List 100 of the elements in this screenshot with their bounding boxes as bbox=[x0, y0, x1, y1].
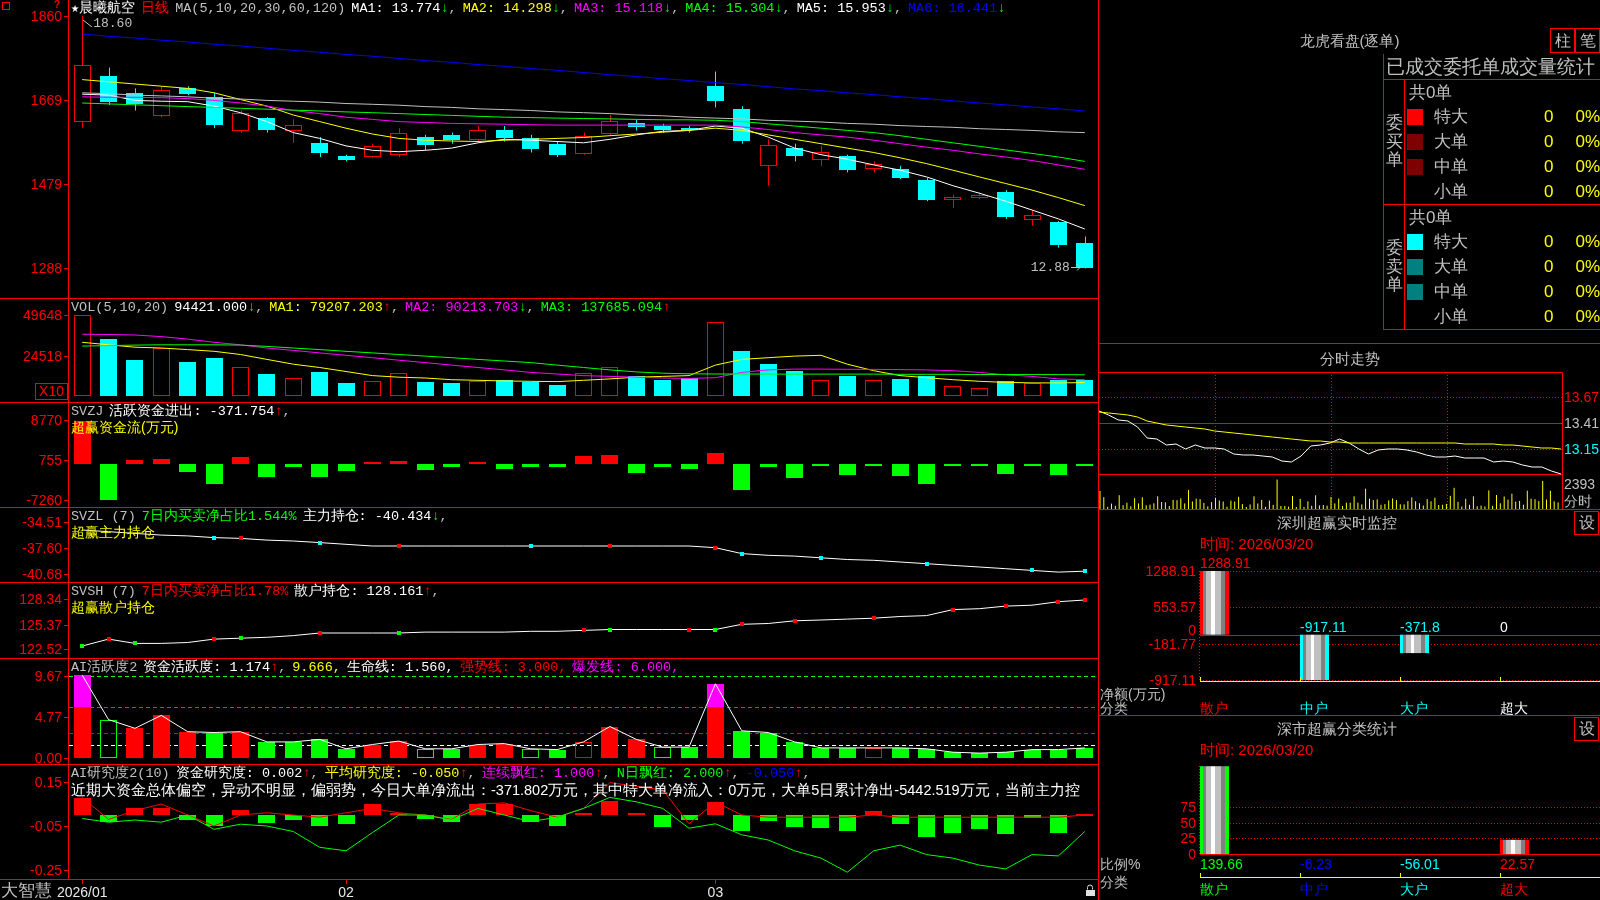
order-percent: 0% bbox=[1575, 257, 1600, 276]
legend-label: 94421.000↓, bbox=[174, 300, 264, 315]
order-count: 0 bbox=[1544, 282, 1554, 301]
category-label: 大户 bbox=[1400, 882, 1428, 896]
axis-tick-label: 0.00 bbox=[34, 752, 68, 765]
candlestick bbox=[812, 145, 829, 167]
fund-flow-bar bbox=[338, 464, 355, 471]
legend-label: MA1: 13.774↓, bbox=[351, 1, 457, 16]
fund-flow-bar bbox=[628, 464, 645, 473]
axis-tick-label: 24518 bbox=[23, 350, 68, 363]
volume-max-label: 2393 bbox=[1564, 477, 1596, 491]
category-bar bbox=[1200, 571, 1229, 635]
fund-flow-bar bbox=[126, 460, 143, 464]
fund-flow-bar bbox=[206, 464, 223, 484]
holding-point bbox=[950, 607, 955, 612]
app-brand: 大智慧 bbox=[1, 880, 52, 900]
axis-tick-label: -7260 bbox=[26, 494, 68, 506]
view-toggle-button[interactable]: 笔 bbox=[1575, 28, 1600, 53]
legend-label: 日线 bbox=[141, 1, 170, 16]
order-size-label: 小单 bbox=[1434, 182, 1468, 201]
date-axis-label: 02 bbox=[338, 885, 354, 899]
research-bar bbox=[232, 810, 249, 815]
legend-label: 连续飘红: 1.000↑, bbox=[481, 766, 611, 781]
legend-label: SVSH (7) bbox=[71, 584, 136, 599]
category-label: 超大 bbox=[1500, 882, 1528, 896]
research-bar bbox=[443, 815, 460, 822]
value-label: 1288.91 bbox=[1200, 556, 1251, 570]
candlestick bbox=[338, 154, 355, 162]
candlestick bbox=[681, 125, 698, 134]
axis-tick-label: 9.67 bbox=[34, 669, 68, 682]
axis-tick-label: 1860 bbox=[30, 9, 68, 22]
axis-tick-label: 0 bbox=[1188, 847, 1196, 861]
holding-point bbox=[713, 627, 718, 632]
research-bar bbox=[733, 815, 750, 831]
holding-point bbox=[1056, 599, 1061, 604]
fund-flow-bar bbox=[522, 464, 539, 467]
fund-flow-bar bbox=[179, 464, 196, 472]
fund-flow-bar bbox=[100, 464, 117, 500]
holding-point bbox=[238, 636, 243, 641]
candlestick bbox=[285, 118, 302, 144]
settings-button[interactable]: 设 bbox=[1574, 717, 1599, 741]
category-bar bbox=[1500, 839, 1529, 854]
candlestick bbox=[760, 138, 777, 187]
axis-tick-label: -40.68 bbox=[22, 567, 68, 580]
candlestick bbox=[628, 118, 645, 131]
fund-flow-bar bbox=[733, 464, 750, 490]
candlestick bbox=[1076, 236, 1093, 269]
legend-label: MA2: 90213.703↓, bbox=[405, 300, 535, 315]
value-label: -6.23 bbox=[1300, 857, 1332, 871]
research-bar bbox=[126, 808, 143, 815]
legend-label: AI活跃度2 bbox=[71, 660, 138, 675]
order-size-label: 中单 bbox=[1434, 282, 1468, 301]
category-label: 大户 bbox=[1400, 701, 1428, 715]
holding-point bbox=[133, 641, 137, 646]
legend-label: 生命线: 1.560, bbox=[346, 660, 454, 675]
fund-flow-bar bbox=[417, 464, 434, 470]
fund-flow-bar bbox=[390, 461, 407, 464]
order-percent: 0% bbox=[1575, 307, 1600, 326]
view-toggle-button[interactable]: 柱 bbox=[1550, 28, 1575, 53]
legend-label: 资金活跃度: 1.174↑, bbox=[143, 660, 287, 675]
order-percent: 0% bbox=[1575, 157, 1600, 176]
legend-label: 7日内买卖净占比1.544% bbox=[141, 509, 297, 524]
holding-point bbox=[80, 644, 85, 648]
order-count: 0 bbox=[1544, 257, 1554, 276]
axis-tick-label: 1669 bbox=[30, 93, 68, 106]
axis-tick-label: 8770 bbox=[30, 414, 68, 427]
legend-label: 资金研究度: 0.002↑, bbox=[175, 766, 319, 781]
price-annotation: 12.88 bbox=[1030, 261, 1070, 275]
research-bar bbox=[601, 801, 618, 815]
research-bar bbox=[760, 815, 777, 821]
axis-tick-label: -37.60 bbox=[22, 541, 68, 554]
holding-point bbox=[396, 631, 401, 635]
candlestick bbox=[786, 143, 803, 162]
legend-label: MA(5,10,20,30,60,120) bbox=[175, 1, 346, 16]
holding-point bbox=[792, 618, 797, 623]
axis-tick-label: 1479 bbox=[30, 177, 68, 190]
order-percent: 0% bbox=[1575, 107, 1600, 126]
legend-label: MA6: 16.441↓ bbox=[908, 1, 1006, 16]
candlestick bbox=[865, 160, 882, 173]
side-label: 委买单 bbox=[1385, 113, 1403, 171]
category-label: 中户 bbox=[1300, 701, 1328, 715]
holding-point bbox=[396, 544, 401, 548]
research-bar bbox=[1024, 815, 1041, 818]
candlestick bbox=[707, 71, 724, 108]
fund-flow-bar bbox=[549, 464, 566, 467]
help-mark: ? bbox=[53, 0, 60, 9]
value-label: -917.11 bbox=[1300, 619, 1347, 634]
order-count: 0 bbox=[1544, 182, 1554, 201]
settings-button[interactable]: 设 bbox=[1574, 511, 1599, 535]
research-bar bbox=[654, 815, 671, 827]
candlestick bbox=[443, 132, 460, 145]
research-bar bbox=[179, 815, 196, 820]
axis-title: 比例% bbox=[1100, 857, 1141, 871]
panel-title: 分时走势 bbox=[1319, 350, 1380, 368]
holding-point bbox=[739, 551, 744, 556]
legend-label: 7日内买卖净占比1.78% bbox=[141, 584, 289, 599]
category-label: 散户 bbox=[1200, 701, 1228, 715]
candlestick bbox=[1050, 220, 1067, 249]
research-bar bbox=[522, 815, 539, 822]
value-label: 0 bbox=[1500, 619, 1508, 634]
